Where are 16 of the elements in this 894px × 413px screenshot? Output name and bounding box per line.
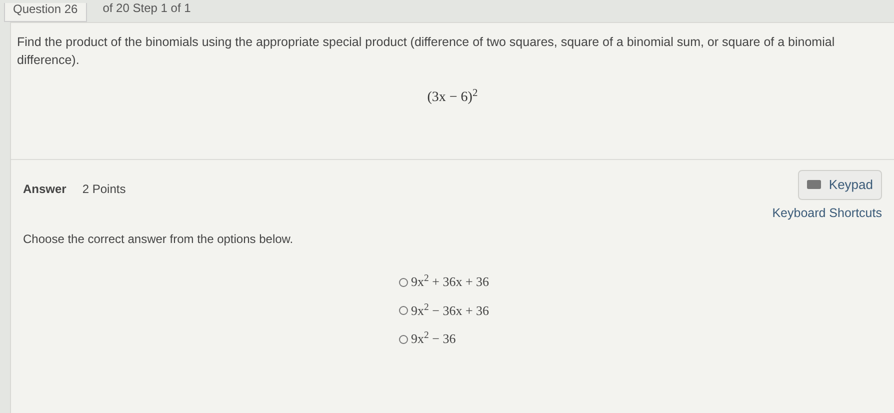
math-expression: (3x − 6)$^{2}$ — [427, 87, 478, 107]
answer-option[interactable]: 9x$^{2}$ + 36x + 36 — [399, 272, 490, 292]
question-prompt: Find the product of the binomials using the appropriate special product (difference of two squares, square of a binomial sum, or square of a binomial difference). — [17, 34, 836, 69]
radio-button[interactable] — [399, 334, 408, 344]
answer-option[interactable]: 9x$^{2}$ − 36 — [399, 329, 456, 349]
answer-label: Answer — [23, 181, 66, 198]
keypad-button[interactable]: Keypad — [798, 170, 882, 200]
answer-option[interactable]: 9x$^{2}$ − 36x + 36 — [399, 300, 490, 320]
instruction-text: Choose the correct answer from the options below. — [23, 231, 294, 248]
step-indicator: of 20 Step 1 of 1 — [102, 2, 191, 17]
radio-button[interactable] — [399, 278, 408, 286]
keyboard-icon — [806, 180, 821, 190]
radio-button[interactable] — [399, 306, 408, 315]
keyboard-shortcuts-link[interactable]: Keyboard Shortcuts — [772, 204, 882, 222]
points-label: 2 Points — [82, 181, 126, 198]
question-number[interactable]: Question 26 — [4, 3, 87, 22]
